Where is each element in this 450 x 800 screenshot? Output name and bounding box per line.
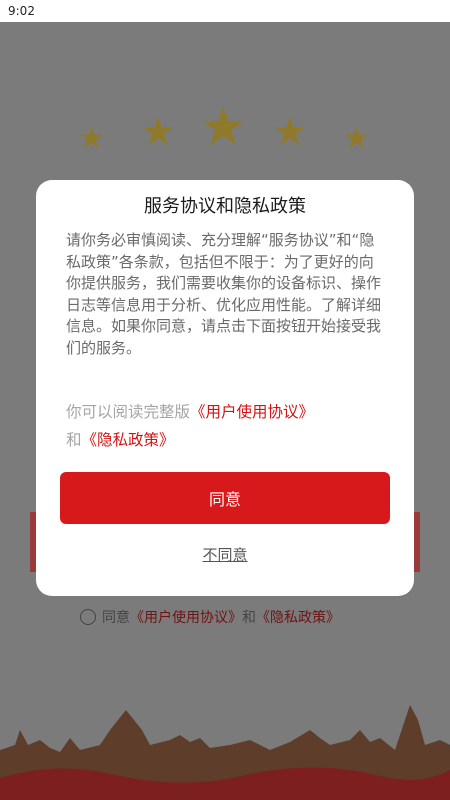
and-text: 和 xyxy=(242,610,256,626)
disagree-button[interactable]: 不同意 xyxy=(36,544,414,565)
dialog-title: 服务协议和隐私政策 xyxy=(144,196,306,217)
dialog-read-links: 你可以阅读完整版《用户使用协议》 和《隐私政策》 xyxy=(66,398,388,454)
privacy-policy-link: 《隐私政策》 xyxy=(256,610,340,626)
privacy-dialog: 服务协议和隐私政策 请你务必审慎阅读、充分理解“服务协议”和“隐私政策”各条款，… xyxy=(36,180,414,596)
star-icon: ★ xyxy=(272,109,308,155)
user-agreement-link: 《用户使用协议》 xyxy=(130,610,242,626)
and-text: 和 xyxy=(66,431,82,449)
user-agreement-link[interactable]: 《用户使用协议》 xyxy=(190,403,314,421)
status-bar: 9:02 xyxy=(0,0,450,22)
agree-prefix: 同意 xyxy=(102,610,130,626)
privacy-policy-link[interactable]: 《隐私政策》 xyxy=(82,431,175,449)
star-icon: ★ xyxy=(78,121,105,156)
agree-radio xyxy=(80,609,96,625)
star-icon: ★ xyxy=(199,95,248,158)
city-skyline-illustration xyxy=(0,690,450,800)
star-icon: ★ xyxy=(343,121,370,156)
dialog-body: 请你务必审慎阅读、充分理解“服务协议”和“隐私政策”各条款，包括但不限于：为了更… xyxy=(66,231,382,357)
read-prefix: 你可以阅读完整版 xyxy=(66,403,191,421)
star-icon: ★ xyxy=(140,109,176,155)
agree-button[interactable]: 同意 xyxy=(60,472,390,524)
background-agreement-row: 同意 《用户使用协议》 和 《隐私政策》 xyxy=(80,606,340,628)
status-time: 9:02 xyxy=(8,4,35,18)
